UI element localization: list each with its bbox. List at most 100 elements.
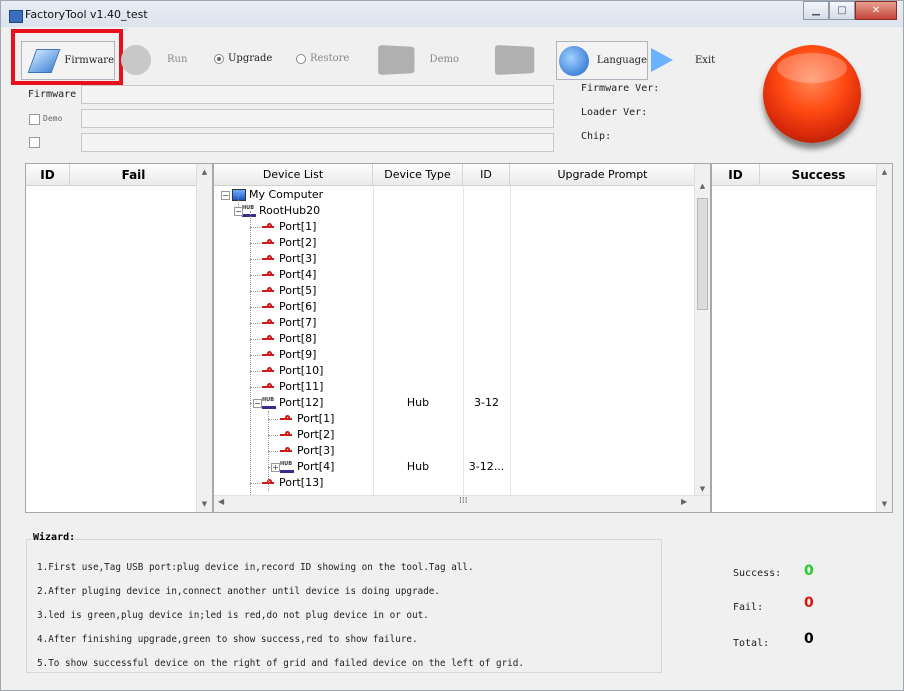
tree-node-label: Port[5] (279, 284, 317, 297)
success-grid-id-header[interactable]: ID (712, 164, 760, 186)
restore-radio[interactable]: Restore (296, 53, 349, 64)
run-icon (121, 44, 151, 75)
tree-connector (250, 323, 260, 324)
tree-node[interactable]: Port[1] (262, 219, 316, 235)
demo-button[interactable]: Demo (378, 41, 459, 78)
success-grid: ID Success ▲ ▼ (711, 163, 893, 513)
language-button[interactable]: Language (556, 41, 648, 80)
restore-radio-dot (296, 53, 306, 64)
tree-node[interactable]: My Computer (232, 187, 323, 203)
tree-node[interactable]: Port[9] (262, 347, 316, 363)
maximize-button[interactable]: □ (829, 1, 855, 20)
tree-node[interactable]: HUB RootHub20 (242, 203, 320, 219)
total-count-label: Total: (733, 638, 770, 649)
fail-grid-fail-header[interactable]: Fail (70, 164, 198, 186)
option-checkbox[interactable] (29, 137, 40, 148)
tree-node[interactable]: Port[3] (262, 251, 316, 267)
tree-node-label: Port[2] (279, 236, 317, 249)
usb-icon (262, 255, 276, 263)
tree-connector (250, 211, 251, 501)
tree-connector (250, 387, 260, 388)
device-grid-hscrollbar[interactable]: ◀ ⁞⁞⁞ ▶ (214, 495, 710, 512)
success-grid-scrollbar[interactable]: ▲ ▼ (876, 164, 892, 512)
maximize-icon: □ (837, 5, 847, 16)
usb-icon (262, 479, 276, 487)
fail-grid-scrollbar[interactable]: ▲ ▼ (196, 164, 212, 512)
success-count-label: Success: (733, 568, 782, 579)
scroll-up-icon[interactable]: ▲ (197, 164, 212, 180)
scroll-down-icon[interactable]: ▼ (197, 496, 212, 512)
scroll-left-icon[interactable]: ◀ (218, 497, 224, 506)
device-id-header[interactable]: ID (463, 164, 510, 186)
demo-checkbox[interactable] (29, 114, 40, 125)
minimize-icon: ▁ (812, 5, 820, 16)
usb-icon (262, 223, 276, 231)
column-divider (463, 186, 464, 495)
usb-icon (262, 335, 276, 343)
tree-node[interactable]: HUB Port[12] (262, 395, 323, 411)
computer-icon (232, 189, 246, 201)
close-icon: ✕ (871, 5, 881, 16)
demo-path-field (81, 109, 554, 128)
window-controls: ▁ □ ✕ (803, 1, 897, 21)
usb-icon (262, 319, 276, 327)
tree-node[interactable]: Port[2] (262, 235, 316, 251)
exit-button[interactable]: Exit (651, 45, 715, 75)
tree-node[interactable]: Port[11] (262, 379, 323, 395)
device-type-cell: Hub (406, 396, 430, 409)
tree-node[interactable]: Port[1] (280, 411, 334, 427)
collapse-icon[interactable]: − (253, 399, 262, 408)
tree-node[interactable]: Port[3] (280, 443, 334, 459)
title-bar: FactoryTool v1.40_test ▁ □ ✕ (1, 1, 903, 27)
tree-node-label: Port[4] (279, 268, 317, 281)
scroll-up-icon[interactable]: ▲ (877, 164, 892, 180)
fail-count-label: Fail: (733, 602, 764, 613)
tree-node[interactable]: Port[4] (262, 267, 316, 283)
device-list-header[interactable]: Device List (214, 164, 373, 186)
device-type-header[interactable]: Device Type (373, 164, 463, 186)
status-led-button (763, 45, 861, 143)
upgrade-radio[interactable]: Upgrade (214, 53, 272, 64)
usb-icon (280, 447, 294, 455)
usb-icon (262, 367, 276, 375)
collapse-icon[interactable]: − (221, 191, 230, 200)
scroll-up-icon[interactable]: ▲ (695, 178, 710, 194)
expand-icon[interactable]: + (271, 463, 280, 472)
scroll-down-icon[interactable]: ▼ (877, 496, 892, 512)
tree-node[interactable]: Port[2] (280, 427, 334, 443)
fail-grid-id-header[interactable]: ID (26, 164, 70, 186)
tree-node-label: Port[3] (297, 444, 335, 457)
device-id-cell: 3-12... (468, 460, 505, 473)
language-button-label: Language (596, 55, 647, 66)
minimize-button[interactable]: ▁ (803, 1, 829, 20)
hub-icon: HUB (280, 461, 294, 473)
tree-node[interactable]: Port[7] (262, 315, 316, 331)
tree-node[interactable]: Port[13] (262, 475, 323, 491)
tree-node-label: Port[9] (279, 348, 317, 361)
tree-node[interactable]: Port[6] (262, 299, 316, 315)
device-grid-vscrollbar[interactable]: ▲ ▼ (694, 164, 710, 497)
tree-node-label: Port[10] (279, 364, 324, 377)
collapse-icon[interactable]: − (234, 207, 243, 216)
firmware-path-field (81, 85, 554, 104)
run-button[interactable]: Run (121, 41, 201, 78)
scroll-right-icon[interactable]: ▶ (681, 497, 687, 506)
blank-toolbar-button[interactable] (494, 41, 546, 78)
tree-node-label: Port[11] (279, 380, 324, 393)
tree-node[interactable]: Port[8] (262, 331, 316, 347)
scroll-grip-icon[interactable]: ⁞⁞⁞ (459, 496, 468, 506)
tree-node[interactable]: Port[10] (262, 363, 323, 379)
upgrade-prompt-header[interactable]: Upgrade Prompt (510, 164, 696, 186)
tree-node-label: Port[8] (279, 332, 317, 345)
tree-node[interactable]: Port[5] (262, 283, 316, 299)
usb-icon (262, 239, 276, 247)
scroll-thumb[interactable] (697, 198, 708, 310)
success-grid-success-header[interactable]: Success (760, 164, 878, 186)
success-count-value: 0 (804, 563, 814, 579)
tree-connector (268, 411, 269, 491)
fail-count-value: 0 (804, 595, 814, 611)
close-button[interactable]: ✕ (855, 1, 897, 20)
tree-node-label: Port[12] (279, 396, 324, 409)
wizard-group (26, 539, 662, 673)
tree-node[interactable]: HUB Port[4] (280, 459, 334, 475)
